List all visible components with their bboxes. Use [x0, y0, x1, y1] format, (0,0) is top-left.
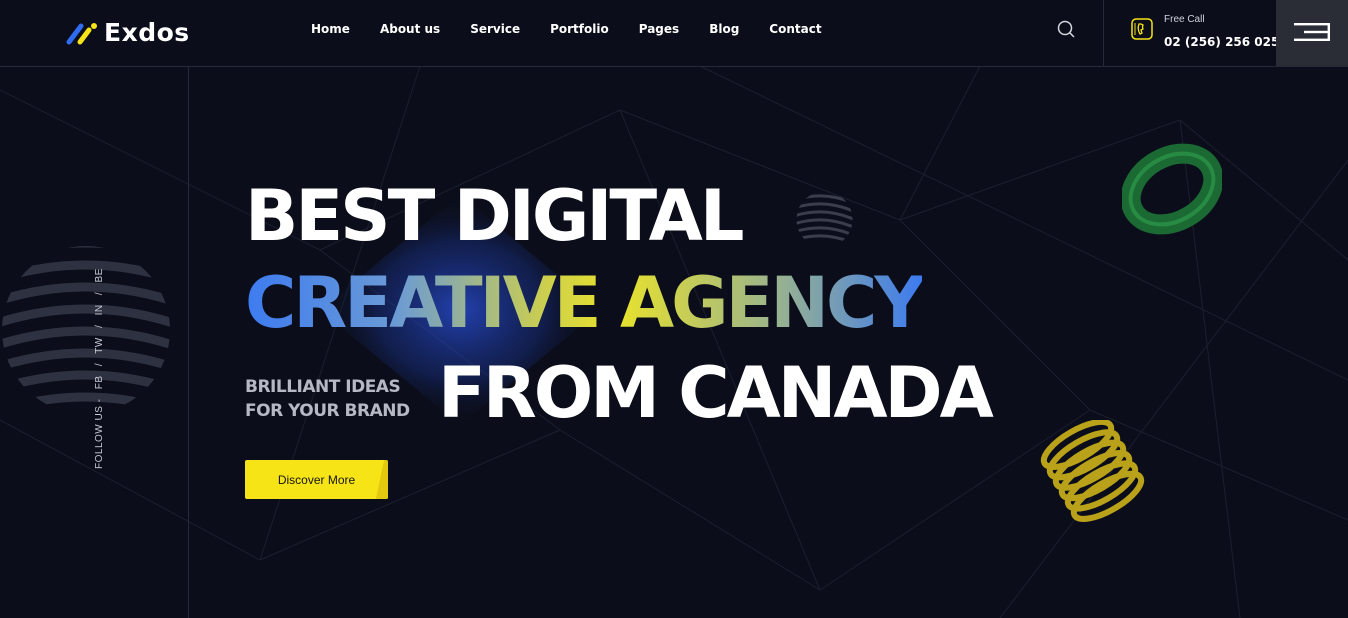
nav-service[interactable]: Service	[470, 22, 520, 36]
social-follow: FOLLOW US - FB / TW / IN / BE	[94, 262, 105, 469]
hero-heading-line-1: BEST DIGITAL	[245, 175, 744, 257]
search-icon[interactable]	[1057, 20, 1075, 38]
green-ring-decoration	[1122, 143, 1222, 235]
call-label: Free Call	[1164, 14, 1205, 25]
hero-heading-line-3: FROM CANADA	[438, 352, 994, 434]
hero-tagline: BRILLIANT IDEAS FOR YOUR BRAND	[245, 375, 410, 423]
discover-more-button[interactable]: Discover More	[245, 460, 388, 499]
nav-pages[interactable]: Pages	[639, 22, 679, 36]
logo-mark-icon	[66, 22, 97, 44]
discover-more-label: Discover More	[277, 472, 356, 487]
follow-label: FOLLOW US -	[94, 398, 105, 469]
social-link-tw[interactable]: TW	[94, 337, 105, 354]
phone-icon	[1131, 18, 1153, 40]
main-nav: Home About us Service Portfolio Pages Bl…	[311, 22, 852, 36]
social-link-be[interactable]: BE	[94, 268, 105, 282]
logo[interactable]: Exdos	[66, 18, 190, 47]
nav-contact[interactable]: Contact	[769, 22, 821, 36]
nav-portfolio[interactable]: Portfolio	[550, 22, 609, 36]
tagline-line-1: BRILLIANT IDEAS	[245, 377, 401, 397]
hero-heading-line-2: CREATIVE AGENCY	[245, 262, 925, 344]
social-link-in[interactable]: IN	[94, 304, 105, 315]
header-divider	[1103, 0, 1104, 66]
social-link-fb[interactable]: FB	[94, 375, 105, 389]
nav-about-us[interactable]: About us	[380, 22, 440, 36]
hamburger-menu-button[interactable]	[1276, 0, 1348, 66]
social-separator: /	[94, 324, 105, 328]
small-sphere-decoration	[796, 194, 853, 247]
sidebar-divider	[188, 66, 189, 618]
social-separator: /	[94, 291, 105, 296]
tagline-line-2: FOR YOUR BRAND	[245, 401, 410, 421]
yellow-coil-decoration	[1040, 420, 1145, 522]
nav-home[interactable]: Home	[311, 22, 350, 36]
hamburger-menu-icon	[1294, 23, 1330, 41]
logo-text: Exdos	[104, 18, 190, 47]
nav-blog[interactable]: Blog	[709, 22, 739, 36]
site-header: Exdos Home About us Service Portfolio Pa…	[0, 0, 1348, 67]
call-number[interactable]: 02 (256) 256 025	[1164, 35, 1279, 49]
social-separator: /	[94, 362, 105, 367]
striped-sphere-decoration	[2, 246, 170, 414]
